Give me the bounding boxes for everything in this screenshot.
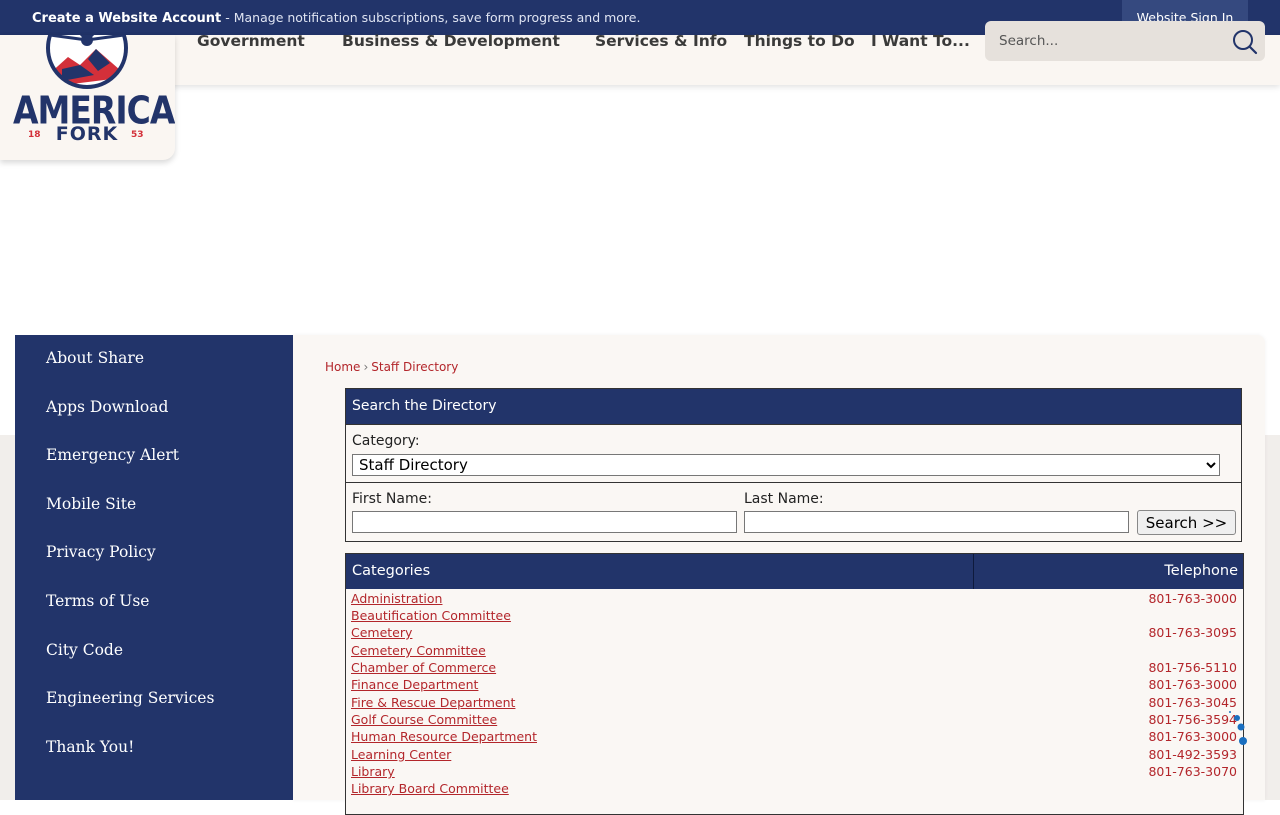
nav-business-development[interactable]: Business & Development: [342, 32, 560, 50]
category-link[interactable]: Beautification Committee: [351, 608, 511, 623]
american-fork-logo[interactable]: AMERICAN 18 FORK 53: [0, 35, 175, 160]
first-name-label: First Name:: [352, 491, 432, 507]
category-link[interactable]: Chamber of Commerce: [351, 660, 496, 675]
category-link[interactable]: Fire & Rescue Department: [351, 695, 515, 710]
main-content: Home › Staff Directory Search the Director…: [293, 335, 1265, 815]
table-header: Categories Telephone: [346, 554, 1243, 589]
category-link[interactable]: Administration: [351, 591, 442, 606]
directory-table: Categories Telephone Administration 801-7…: [345, 553, 1244, 815]
table-row: Beautification Committee: [346, 608, 1243, 625]
sidebar-item-apps-download[interactable]: Apps Download: [46, 398, 168, 416]
logo-year-left: 18: [28, 130, 41, 140]
category-select[interactable]: Staff Directory: [352, 454, 1220, 476]
category-link[interactable]: Library Board Committee: [351, 781, 509, 796]
table-row: Administration 801-763-3000: [346, 591, 1243, 608]
category-phone: 801-756-3594: [1148, 712, 1237, 727]
sidebar-item-mobile-site[interactable]: Mobile Site: [46, 495, 136, 513]
category-link[interactable]: Human Resource Department: [351, 729, 537, 744]
divider: [346, 424, 1241, 425]
table-row: Golf Course Committee 801-756-3594: [346, 712, 1243, 729]
first-name-input[interactable]: [352, 511, 737, 533]
directory-search-button[interactable]: Search >>: [1137, 510, 1236, 535]
category-phone: 801-492-3593: [1148, 747, 1237, 762]
breadcrumb: Home › Staff Directory: [325, 360, 458, 374]
table-row: Fire & Rescue Department 801-763-3045: [346, 695, 1243, 712]
category-phone: 801-756-5110: [1148, 660, 1237, 675]
category-phone: 801-763-3000: [1148, 677, 1237, 692]
category-link[interactable]: Finance Department: [351, 677, 478, 692]
column-header-telephone: Telephone: [1164, 563, 1238, 579]
column-header-categories: Categories: [352, 563, 431, 579]
breadcrumb-separator: ›: [363, 360, 369, 374]
category-label: Category:: [352, 433, 420, 449]
category-link[interactable]: Library: [351, 764, 395, 779]
category-link[interactable]: Learning Center: [351, 747, 451, 762]
search-directory-title: Search the Directory: [346, 389, 1241, 424]
loading-dots-icon: [1229, 711, 1247, 745]
logo-text-fork: FORK: [55, 123, 119, 145]
category-link[interactable]: Cemetery Committee: [351, 643, 486, 658]
sidebar-item-city-code[interactable]: City Code: [46, 641, 123, 659]
nav-things-to-do[interactable]: Things to Do: [744, 32, 855, 50]
category-link[interactable]: Cemetery: [351, 625, 412, 640]
category-phone: 801-763-3045: [1148, 695, 1237, 710]
table-row: Chamber of Commerce 801-756-5110: [346, 660, 1243, 677]
table-row: Cemetery 801-763-3095: [346, 625, 1243, 642]
nav-government[interactable]: Government: [197, 32, 305, 50]
sidebar-item-about-share[interactable]: About Share: [46, 349, 144, 367]
table-row: Finance Department 801-763-3000: [346, 677, 1243, 694]
site-search-input[interactable]: [999, 31, 1219, 51]
create-account-message[interactable]: Create a Website Account - Manage notifi…: [32, 10, 640, 26]
table-row: Cemetery Committee: [346, 643, 1243, 660]
category-phone: 801-763-3000: [1148, 591, 1237, 606]
sidebar-item-privacy-policy[interactable]: Privacy Policy: [46, 543, 156, 561]
sidebar-item-terms-of-use[interactable]: Terms of Use: [46, 592, 149, 610]
sidebar-item-engineering-services[interactable]: Engineering Services: [46, 689, 214, 707]
search-icon[interactable]: [1229, 26, 1259, 56]
table-row: Learning Center 801-492-3593: [346, 747, 1243, 764]
category-phone: 801-763-3000: [1148, 729, 1237, 744]
breadcrumb-current[interactable]: Staff Directory: [371, 360, 458, 374]
last-name-label: Last Name:: [744, 491, 824, 507]
sidebar-item-emergency-alert[interactable]: Emergency Alert: [46, 446, 179, 464]
category-link[interactable]: Golf Course Committee: [351, 712, 497, 727]
category-phone: 801-763-3095: [1148, 625, 1237, 640]
last-name-input[interactable]: [744, 511, 1129, 533]
sidebar-nav: About Share Apps Download Emergency Aler…: [15, 335, 293, 800]
site-search: [985, 21, 1265, 61]
breadcrumb-home[interactable]: Home: [325, 360, 360, 374]
create-account-link[interactable]: Create a Website Account: [32, 11, 221, 26]
nav-services-info[interactable]: Services & Info: [595, 32, 727, 50]
sidebar-item-thank-you[interactable]: Thank You!: [46, 738, 134, 756]
create-account-description: - Manage notification subscriptions, sav…: [221, 10, 641, 25]
logo-year-right: 53: [131, 130, 144, 140]
category-phone: 801-763-3070: [1148, 764, 1237, 779]
site-header: Government Business & Development Servic…: [0, 21, 1280, 85]
table-row: Library Board Committee: [346, 781, 1243, 798]
nav-i-want-to[interactable]: I Want To...: [871, 32, 970, 50]
table-row: Library 801-763-3070: [346, 764, 1243, 781]
search-directory-box: Search the Directory Category: Staff Dir…: [345, 388, 1242, 542]
column-divider: [973, 554, 974, 589]
divider: [346, 482, 1241, 483]
table-row: Human Resource Department 801-763-3000: [346, 729, 1243, 746]
